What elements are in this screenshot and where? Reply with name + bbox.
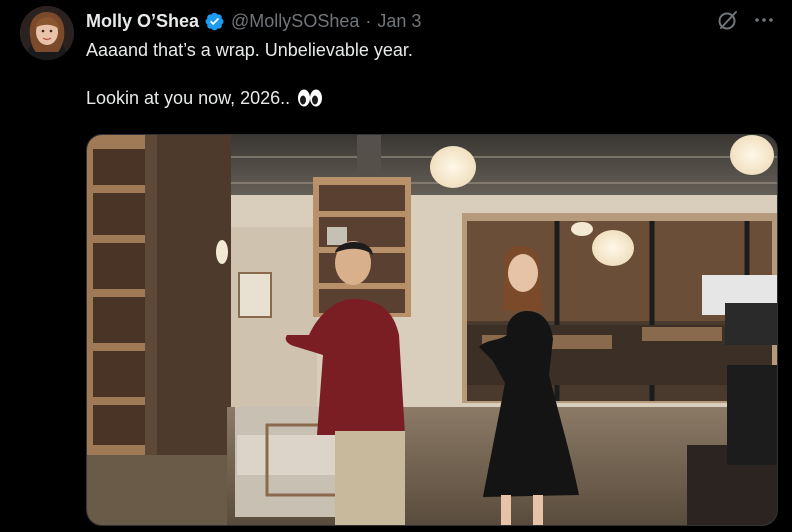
tweet[interactable]: Molly O’Shea @MollySOShea · Jan 3 Aaaand… (0, 0, 792, 532)
tweet-date[interactable]: Jan 3 (377, 11, 421, 32)
grok-icon[interactable] (716, 8, 740, 32)
tweet-video[interactable] (86, 134, 778, 526)
tweet-text-line-1: Aaaand that’s a wrap. Unbelievable year. (86, 40, 413, 60)
eyes-emoji (297, 89, 323, 107)
separator-dot: · (365, 10, 372, 31)
tweet-text: Aaaand that’s a wrap. Unbelievable year.… (86, 38, 776, 110)
handle[interactable]: @MollySOShea (231, 11, 359, 32)
tweet-header: Molly O’Shea @MollySOShea · Jan 3 (86, 8, 421, 34)
avatar[interactable] (20, 6, 74, 60)
tweet-text-line-2-content: Lookin at you now, 2026.. (86, 88, 291, 108)
more-icon[interactable] (752, 8, 776, 32)
avatar-image (20, 6, 74, 60)
display-name[interactable]: Molly O’Shea (86, 11, 199, 32)
tweet-text-line-2: Lookin at you now, 2026.. (86, 86, 776, 110)
video-frame (87, 135, 777, 525)
verified-badge-icon (204, 11, 225, 32)
